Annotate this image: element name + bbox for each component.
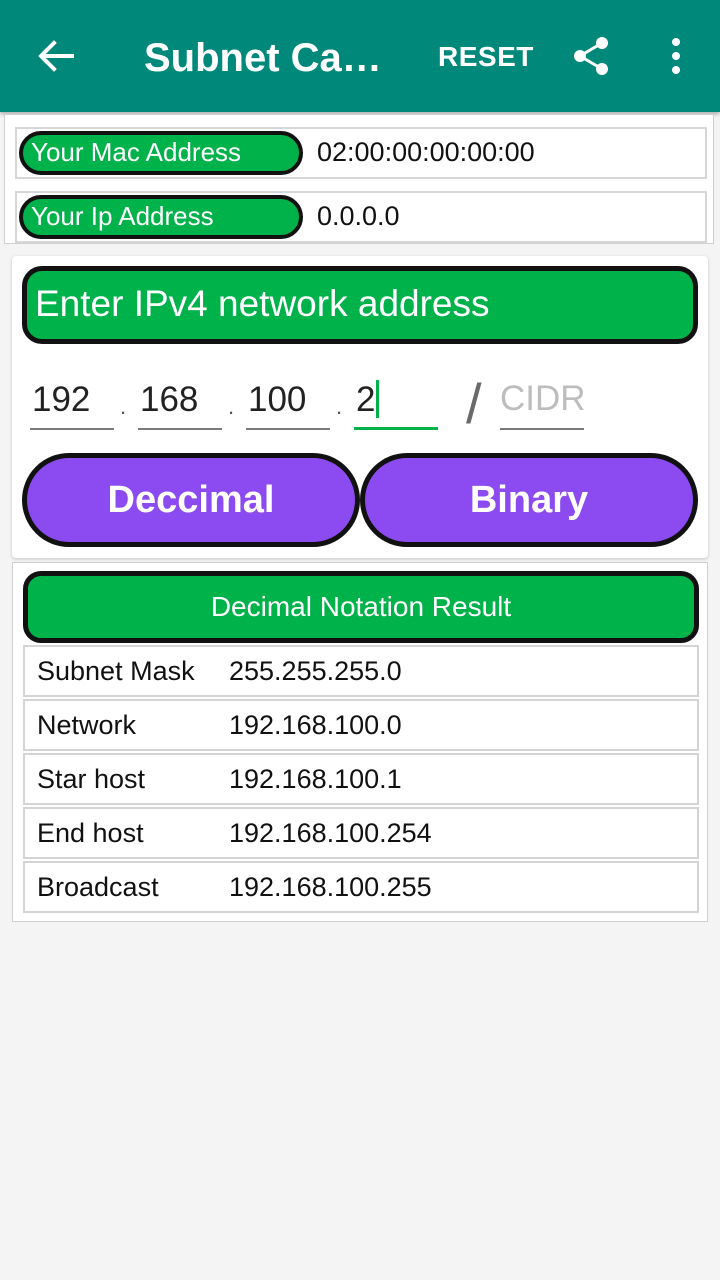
octet-4-input[interactable]: 2 — [354, 374, 438, 430]
mac-address-row: Your Mac Address 02:00:00:00:00:00 — [15, 127, 707, 179]
result-key: Subnet Mask — [37, 656, 195, 686]
share-icon[interactable] — [570, 34, 614, 78]
result-row-start-host: Star host 192.168.100.1 — [23, 753, 699, 805]
result-key: Network — [37, 710, 137, 740]
octet-4-value: 2 — [356, 380, 376, 419]
ip-address-row: Your Ip Address 0.0.0.0 — [15, 191, 707, 243]
ip-input-card: Enter IPv4 network address 192 . 168 . 1… — [12, 256, 708, 558]
octet-1-input[interactable]: 192 — [30, 374, 114, 430]
result-card: Decimal Notation Result Subnet Mask 255.… — [12, 562, 708, 922]
result-key: Broadcast — [37, 872, 159, 902]
text-caret — [376, 379, 380, 418]
mac-address-label: Your Mac Address — [19, 131, 303, 175]
result-key: Star host — [37, 764, 146, 794]
decimal-button[interactable]: Deccimal — [22, 453, 360, 547]
result-row-network: Network 192.168.100.0 — [23, 699, 699, 751]
result-value: 192.168.100.254 — [229, 818, 432, 848]
back-arrow-icon[interactable] — [34, 34, 78, 78]
octet-separator: . — [336, 394, 343, 419]
result-row-end-host: End host 192.168.100.254 — [23, 807, 699, 859]
device-info-card: Your Mac Address 02:00:00:00:00:00 Your … — [4, 114, 714, 244]
result-row-subnet-mask: Subnet Mask 255.255.255.0 — [23, 645, 699, 697]
app-bar: Subnet Calc... RESET — [0, 0, 720, 112]
cidr-separator: / — [466, 372, 482, 435]
result-value: 192.168.100.1 — [229, 764, 402, 794]
cidr-field[interactable] — [500, 374, 584, 430]
octet-3-input[interactable]: 100 — [246, 374, 330, 430]
reset-button[interactable]: RESET — [438, 40, 534, 74]
cidr-input[interactable] — [500, 374, 584, 424]
result-key: End host — [37, 818, 144, 848]
result-header: Decimal Notation Result — [23, 571, 699, 643]
octet-separator: . — [228, 394, 235, 419]
result-row-broadcast: Broadcast 192.168.100.255 — [23, 861, 699, 913]
input-header: Enter IPv4 network address — [22, 266, 698, 344]
octet-separator: . — [120, 394, 127, 419]
result-value: 192.168.100.0 — [229, 710, 402, 740]
app-title: Subnet Calc... — [144, 36, 392, 80]
ip-address-label: Your Ip Address — [19, 195, 303, 239]
ip-address-value: 0.0.0.0 — [317, 201, 400, 231]
result-table: Subnet Mask 255.255.255.0 Network 192.16… — [23, 645, 699, 915]
result-value: 192.168.100.255 — [229, 872, 432, 902]
more-options-icon[interactable] — [664, 34, 688, 78]
mac-address-value: 02:00:00:00:00:00 — [317, 137, 535, 167]
result-value: 255.255.255.0 — [229, 656, 402, 686]
binary-button[interactable]: Binary — [360, 453, 698, 547]
octet-2-input[interactable]: 168 — [138, 374, 222, 430]
